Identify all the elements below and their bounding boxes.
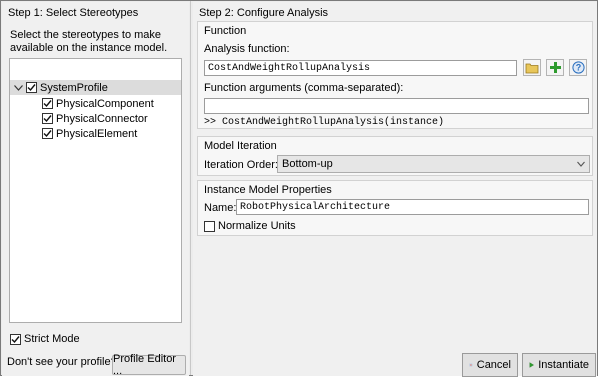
instance-name-input[interactable]: RobotPhysicalArchitecture xyxy=(236,199,589,215)
tree-item-label: PhysicalElement xyxy=(56,127,138,140)
profile-editor-button[interactable]: Profile Editor ... xyxy=(112,353,186,377)
browse-button[interactable] xyxy=(523,59,541,76)
function-section: Function Analysis function: CostAndWeigh… xyxy=(197,21,593,129)
tree-item-label: PhysicalComponent xyxy=(56,97,154,110)
checkmark-icon xyxy=(43,130,52,138)
play-icon xyxy=(529,362,534,368)
cancel-label: Cancel xyxy=(476,359,511,371)
cancel-button[interactable]: Cancel xyxy=(462,353,518,377)
function-call-preview: >> CostAndWeightRollupAnalysis(instance) xyxy=(204,117,445,128)
iteration-order-value: Bottom-up xyxy=(282,158,333,170)
tree-item-physicalelement[interactable]: PhysicalElement xyxy=(42,126,137,141)
strict-mode-label: Strict Mode xyxy=(24,333,80,345)
profile-prompt: Don't see your profile? xyxy=(7,356,117,368)
model-iteration-section: Model Iteration Iteration Order: Bottom-… xyxy=(197,136,593,176)
arguments-label: Function arguments (comma-separated): xyxy=(204,82,404,94)
step1-title: Step 1: Select Stereotypes xyxy=(8,7,139,19)
normalize-units-toggle[interactable]: Normalize Units xyxy=(204,220,296,232)
tree-item-label: SystemProfile xyxy=(40,81,108,94)
name-label: Name: xyxy=(204,202,237,214)
help-button[interactable]: ? xyxy=(569,59,587,76)
checkmark-icon xyxy=(11,335,20,343)
physicalconnector-checkbox[interactable] xyxy=(42,113,53,124)
iteration-order-select[interactable]: Bottom-up xyxy=(277,155,590,173)
analysis-function-label: Analysis function: xyxy=(204,43,290,55)
arguments-input[interactable] xyxy=(204,98,589,114)
stereotype-panel: Step 1: Select Stereotypes Select the st… xyxy=(2,2,189,377)
help-icon: ? xyxy=(571,61,585,74)
tree-item-physicalconnector[interactable]: PhysicalConnector xyxy=(42,111,148,126)
folder-icon xyxy=(525,63,539,73)
tree-item-physicalcomponent[interactable]: PhysicalComponent xyxy=(42,96,154,111)
instance-heading: Instance Model Properties xyxy=(204,184,332,196)
normalize-units-checkbox[interactable] xyxy=(204,220,215,232)
close-icon xyxy=(469,363,473,367)
iteration-order-label: Iteration Order: xyxy=(204,159,278,171)
analysis-function-input[interactable]: CostAndWeightRollupAnalysis xyxy=(204,60,517,76)
tree-item-label: PhysicalConnector xyxy=(56,112,148,125)
instantiate-label: Instantiate xyxy=(538,359,589,371)
instance-properties-section: Instance Model Properties Name: RobotPhy… xyxy=(197,180,593,236)
panel-divider[interactable] xyxy=(190,1,191,375)
iteration-heading: Model Iteration xyxy=(204,140,277,152)
tree-item-systemprofile[interactable]: SystemProfile xyxy=(10,80,181,95)
analysis-panel: Step 2: Configure Analysis Function Anal… xyxy=(193,2,597,377)
instantiate-button[interactable]: Instantiate xyxy=(522,353,596,377)
function-heading: Function xyxy=(204,25,247,37)
new-function-button[interactable] xyxy=(546,59,564,76)
checkmark-icon xyxy=(27,84,36,92)
chevron-down-icon xyxy=(577,157,585,173)
physicalcomponent-checkbox[interactable] xyxy=(42,98,53,109)
checkmark-icon xyxy=(43,100,52,108)
strict-mode-checkbox[interactable] xyxy=(10,333,21,345)
dialog-window: Step 1: Select Stereotypes Select the st… xyxy=(0,0,598,377)
step1-description: Select the stereotypes to make available… xyxy=(10,29,168,54)
svg-text:?: ? xyxy=(575,63,581,73)
chevron-down-icon[interactable] xyxy=(10,80,26,95)
normalize-units-label: Normalize Units xyxy=(218,220,296,232)
physicalelement-checkbox[interactable] xyxy=(42,128,53,139)
plus-icon xyxy=(549,62,561,73)
strict-mode-toggle[interactable]: Strict Mode xyxy=(10,333,80,345)
stereotype-tree: SystemProfile PhysicalComponent Physical… xyxy=(9,58,182,323)
checkmark-icon xyxy=(43,115,52,123)
step2-title: Step 2: Configure Analysis xyxy=(199,7,329,19)
systemprofile-checkbox[interactable] xyxy=(26,82,37,93)
